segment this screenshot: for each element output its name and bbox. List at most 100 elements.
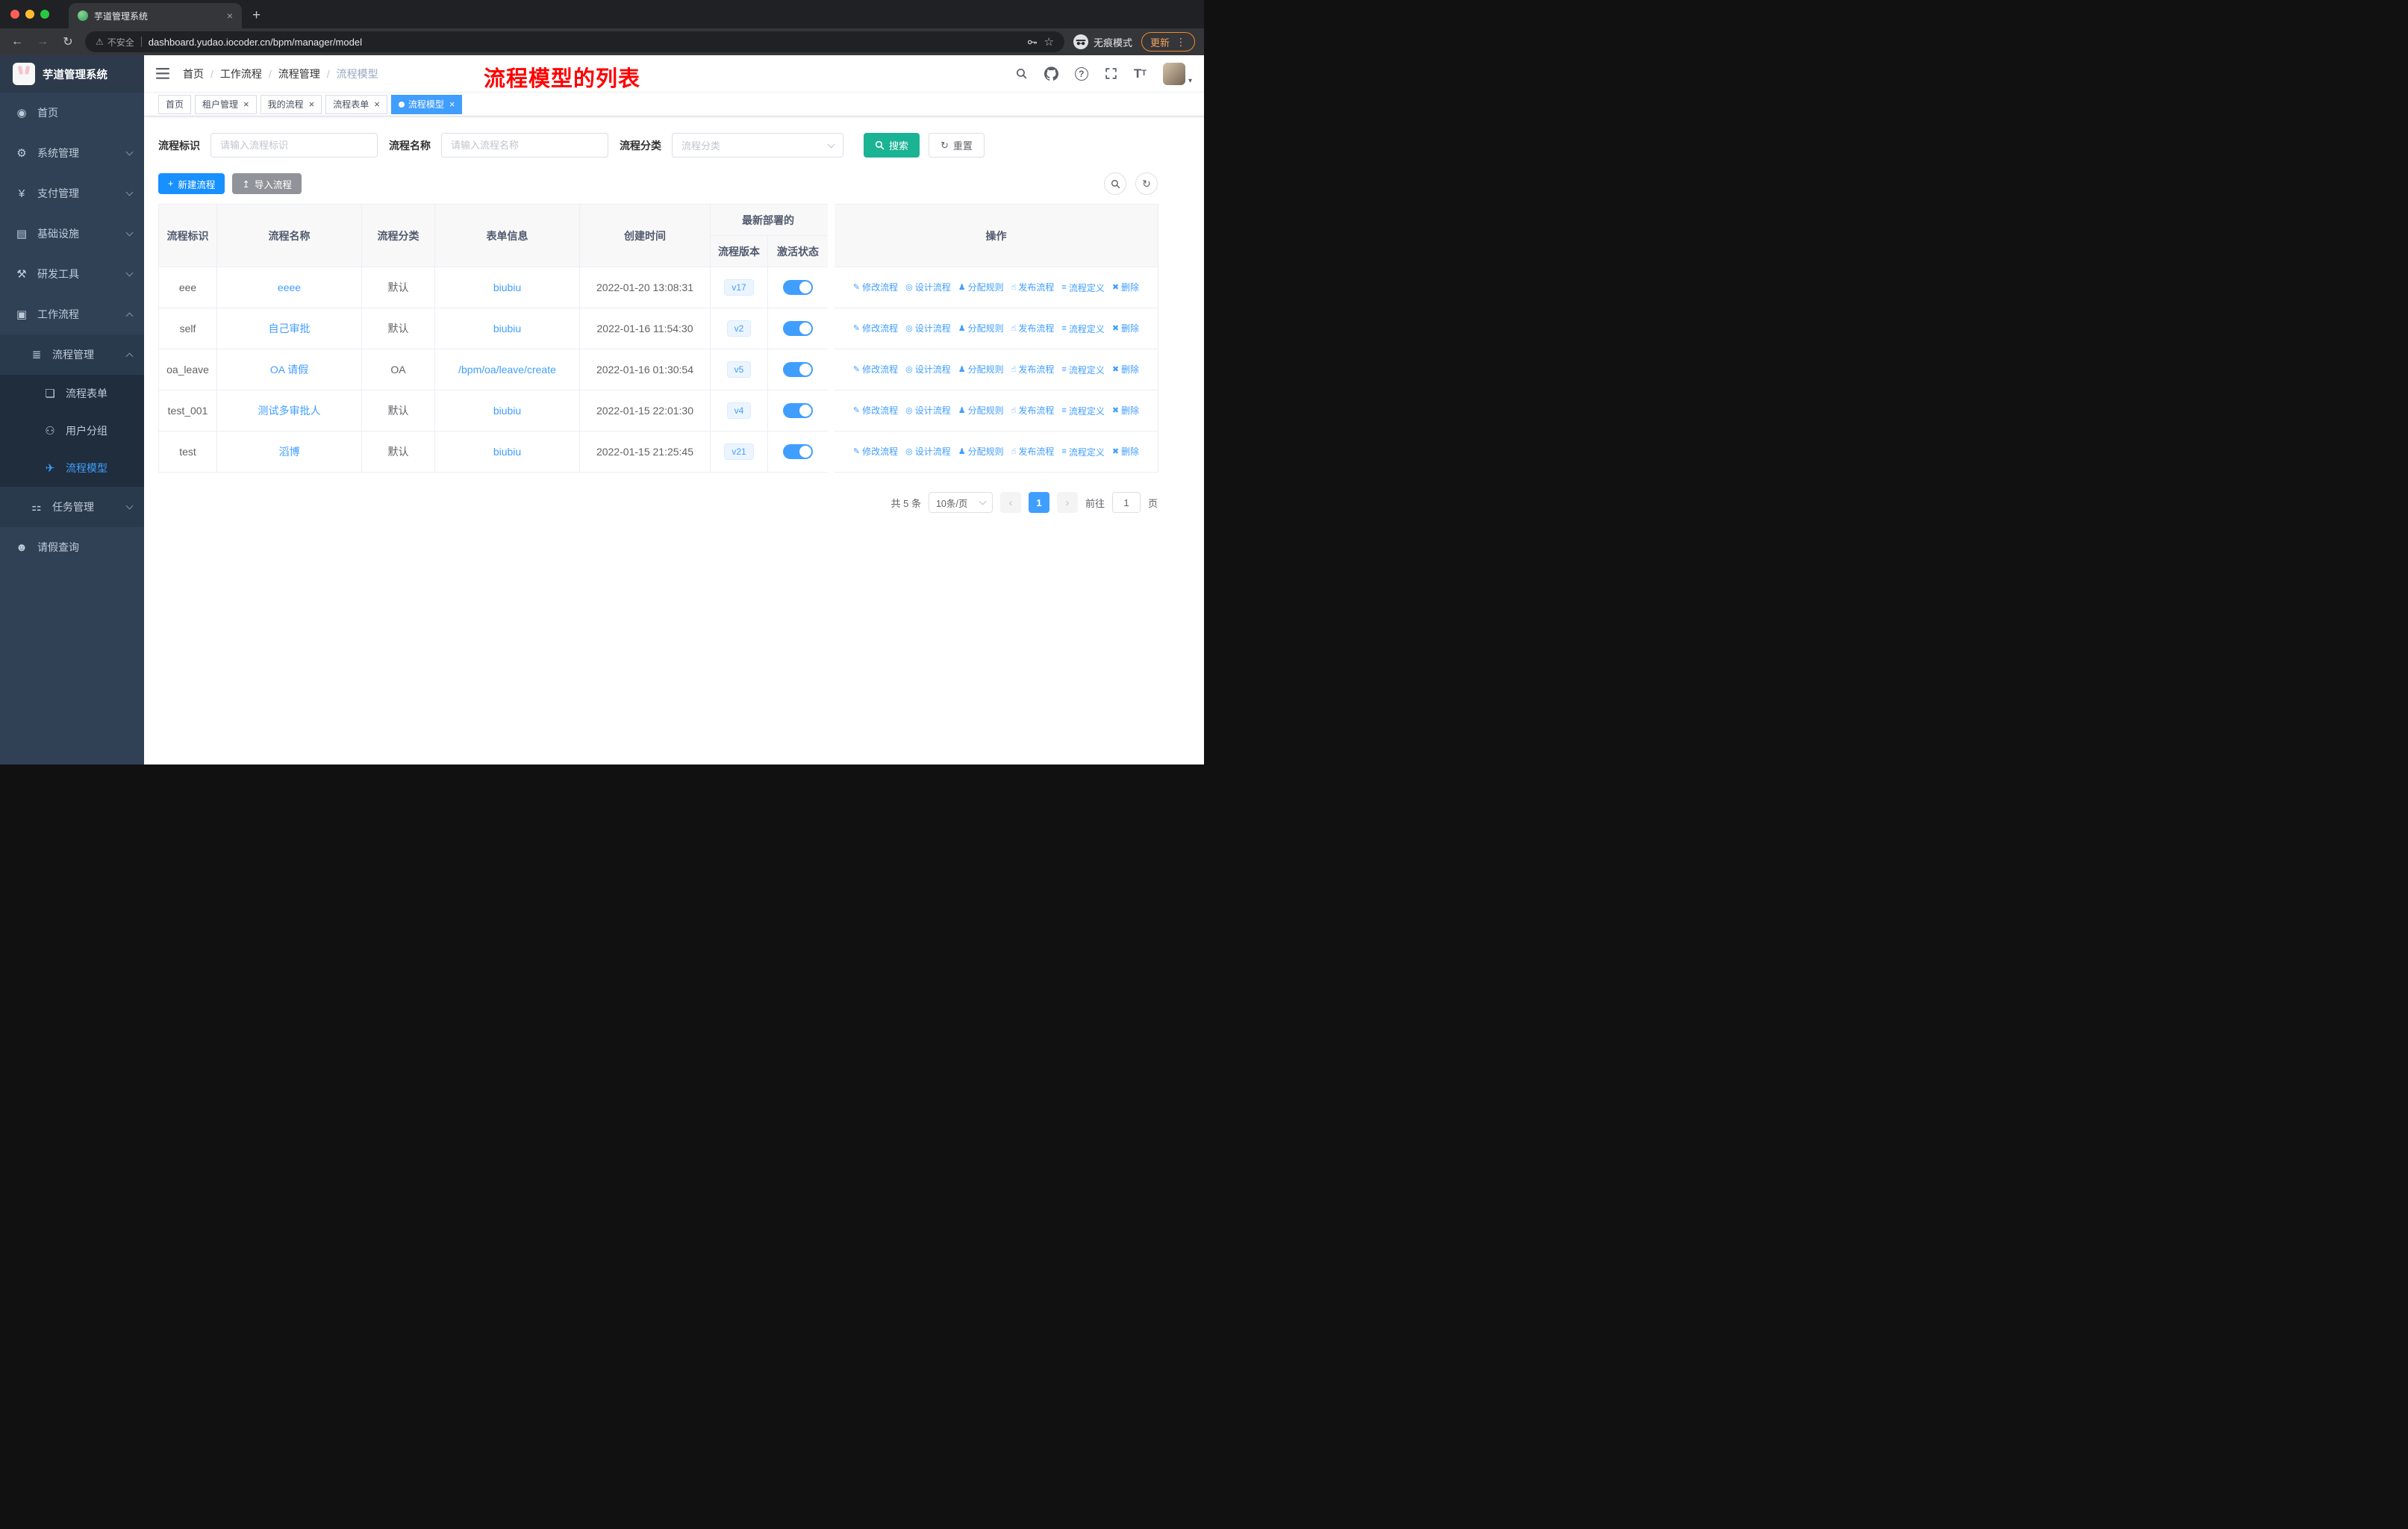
design-action-link[interactable]: ◎ 设计流程 (905, 404, 951, 417)
sidebar-item-home[interactable]: ◉ 首页 (0, 93, 144, 133)
close-icon[interactable]: × (449, 99, 455, 110)
page-1-button[interactable]: 1 (1028, 492, 1049, 513)
password-key-icon[interactable] (1026, 37, 1038, 48)
font-size-icon[interactable]: TT (1134, 67, 1147, 80)
new-tab-button[interactable]: + (252, 7, 261, 24)
active-status-toggle[interactable] (783, 280, 813, 295)
edit-action-link[interactable]: ✎ 修改流程 (853, 281, 898, 293)
edit-action-link[interactable]: ✎ 修改流程 (853, 322, 898, 334)
delete-action-link[interactable]: ✖ 删除 (1112, 404, 1139, 417)
assign-action-link[interactable]: ♟ 分配规则 (958, 281, 1004, 293)
tab-home[interactable]: 首页 (158, 94, 192, 114)
address-bar[interactable]: ⚠ 不安全 dashboard.yudao.iocoder.cn/bpm/man… (85, 31, 1064, 52)
process-name-link[interactable]: eeee (278, 281, 301, 293)
goto-page-input[interactable] (1111, 492, 1141, 513)
close-icon[interactable]: × (243, 99, 249, 110)
reload-button[interactable]: ↻ (60, 34, 76, 49)
browser-tab[interactable]: 芋道管理系统 × (69, 3, 242, 28)
delete-action-link[interactable]: ✖ 删除 (1112, 281, 1139, 293)
breadcrumb-item[interactable]: 工作流程 (220, 66, 262, 81)
sidebar-item-process-manage[interactable]: ≣ 流程管理 (0, 334, 144, 375)
process-name-link[interactable]: 自己审批 (269, 323, 311, 334)
delete-action-link[interactable]: ✖ 删除 (1112, 322, 1139, 334)
process-name-link[interactable]: OA 请假 (270, 364, 308, 376)
definition-action-link[interactable]: ≡ 流程定义 (1061, 323, 1104, 335)
publish-action-link[interactable]: ☝ 发布流程 (1011, 445, 1055, 458)
back-button[interactable]: ← (9, 35, 25, 49)
definition-action-link[interactable]: ≡ 流程定义 (1061, 364, 1104, 376)
zoom-window-button[interactable] (40, 10, 49, 19)
delete-action-link[interactable]: ✖ 删除 (1112, 363, 1139, 376)
category-select[interactable]: 流程分类 (672, 133, 843, 158)
active-status-toggle[interactable] (783, 403, 813, 418)
next-page-button[interactable]: › (1056, 492, 1078, 513)
edit-action-link[interactable]: ✎ 修改流程 (853, 363, 898, 376)
page-size-select[interactable]: 10条/页 (928, 492, 993, 513)
close-icon[interactable]: × (374, 99, 380, 110)
breadcrumb-item[interactable]: 流程管理 (278, 66, 320, 81)
assign-action-link[interactable]: ♟ 分配规则 (958, 363, 1004, 376)
design-action-link[interactable]: ◎ 设计流程 (905, 281, 951, 293)
search-icon[interactable] (1015, 67, 1028, 80)
assign-action-link[interactable]: ♟ 分配规则 (958, 322, 1004, 334)
process-name-link[interactable]: 滔博 (279, 446, 300, 458)
sidebar-item-process-form[interactable]: ❏ 流程表单 (0, 375, 144, 412)
definition-action-link[interactable]: ≡ 流程定义 (1061, 446, 1104, 458)
form-info-link[interactable]: /bpm/oa/leave/create (458, 364, 556, 376)
sidebar-item-payment[interactable]: ¥ 支付管理 (0, 173, 144, 214)
create-process-button[interactable]: + 新建流程 (158, 173, 225, 194)
edit-action-link[interactable]: ✎ 修改流程 (853, 404, 898, 417)
form-info-link[interactable]: biubiu (493, 446, 521, 458)
publish-action-link[interactable]: ☝ 发布流程 (1011, 281, 1055, 293)
bookmark-star-icon[interactable]: ☆ (1044, 35, 1054, 49)
sidebar-item-task-manage[interactable]: ⚏ 任务管理 (0, 487, 144, 527)
form-info-link[interactable]: biubiu (493, 405, 521, 417)
design-action-link[interactable]: ◎ 设计流程 (905, 445, 951, 458)
tab-my-process[interactable]: 我的流程 × (260, 94, 322, 114)
form-info-link[interactable]: biubiu (493, 323, 521, 334)
sidebar-item-infra[interactable]: ▤ 基础设施 (0, 214, 144, 254)
publish-action-link[interactable]: ☝ 发布流程 (1011, 363, 1055, 376)
sidebar-item-system[interactable]: ⚙ 系统管理 (0, 133, 144, 173)
hamburger-icon[interactable] (156, 68, 169, 79)
tab-process-model[interactable]: 流程模型 × (390, 94, 463, 114)
minimize-window-button[interactable] (25, 10, 34, 19)
assign-action-link[interactable]: ♟ 分配规则 (958, 404, 1004, 417)
show-search-button[interactable] (1104, 172, 1126, 195)
process-name-input[interactable] (441, 133, 608, 158)
sidebar-item-workflow[interactable]: ▣ 工作流程 (0, 294, 144, 334)
process-id-input[interactable] (210, 133, 378, 158)
form-info-link[interactable]: biubiu (493, 281, 521, 293)
avatar[interactable]: ▾ (1162, 62, 1192, 85)
close-window-button[interactable] (10, 10, 19, 19)
definition-action-link[interactable]: ≡ 流程定义 (1061, 281, 1104, 294)
delete-action-link[interactable]: ✖ 删除 (1112, 445, 1139, 458)
active-status-toggle[interactable] (783, 444, 813, 459)
sidebar-item-user-group[interactable]: ⚇ 用户分组 (0, 412, 144, 449)
help-icon[interactable]: ? (1074, 66, 1088, 81)
github-icon[interactable] (1044, 66, 1058, 81)
close-icon[interactable]: × (309, 99, 315, 110)
fullscreen-icon[interactable] (1105, 67, 1117, 80)
tab-process-form[interactable]: 流程表单 × (325, 94, 387, 114)
tab-tenant[interactable]: 租户管理 × (195, 94, 257, 114)
security-warning[interactable]: ⚠ 不安全 (96, 36, 134, 49)
publish-action-link[interactable]: ☝ 发布流程 (1011, 404, 1055, 417)
publish-action-link[interactable]: ☝ 发布流程 (1011, 322, 1055, 334)
design-action-link[interactable]: ◎ 设计流程 (905, 363, 951, 376)
app-logo[interactable]: 芋道管理系统 (0, 55, 144, 93)
browser-update-button[interactable]: 更新 ⋮ (1141, 32, 1195, 52)
reset-button[interactable]: ↻ 重置 (929, 133, 985, 158)
definition-action-link[interactable]: ≡ 流程定义 (1061, 405, 1104, 417)
assign-action-link[interactable]: ♟ 分配规则 (958, 445, 1004, 458)
design-action-link[interactable]: ◎ 设计流程 (905, 322, 951, 334)
active-status-toggle[interactable] (783, 362, 813, 377)
edit-action-link[interactable]: ✎ 修改流程 (853, 445, 898, 458)
active-status-toggle[interactable] (783, 321, 813, 336)
process-name-link[interactable]: 测试多审批人 (258, 405, 321, 417)
sidebar-item-devtools[interactable]: ⚒ 研发工具 (0, 254, 144, 294)
close-tab-icon[interactable]: × (227, 10, 233, 22)
forward-button[interactable]: → (34, 35, 51, 49)
import-process-button[interactable]: ↥ 导入流程 (232, 173, 302, 194)
search-button[interactable]: 搜索 (864, 133, 920, 158)
